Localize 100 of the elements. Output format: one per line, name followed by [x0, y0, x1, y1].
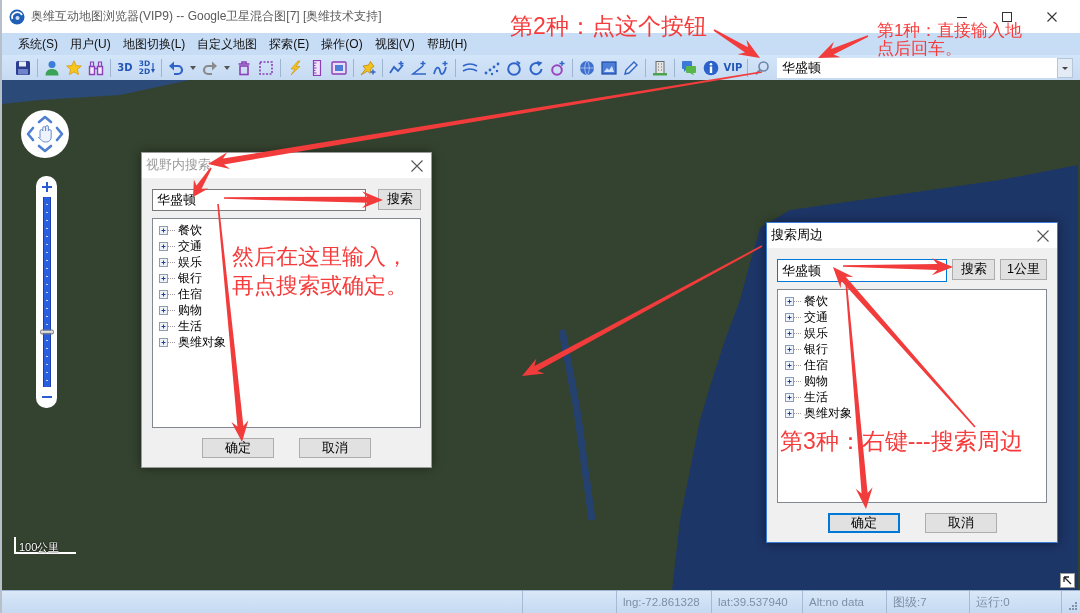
- expand-icon[interactable]: [785, 328, 802, 338]
- tree-item-label[interactable]: 购物: [804, 372, 828, 390]
- expand-icon[interactable]: [785, 296, 802, 306]
- expand-icon[interactable]: [785, 312, 802, 322]
- ring-plus-icon[interactable]: [550, 59, 566, 76]
- tree-item-label[interactable]: 生活: [804, 388, 828, 406]
- zoom-slider-thumb[interactable]: [39, 329, 54, 335]
- chat-bubbles-icon[interactable]: [681, 59, 697, 76]
- angle-plus-icon[interactable]: [411, 59, 427, 76]
- expand-icon[interactable]: [159, 273, 176, 283]
- status-text: Alt:no data: [809, 596, 864, 608]
- status-text: lat:39.537940: [718, 596, 788, 608]
- binoculars-icon[interactable]: [88, 59, 104, 76]
- distance-button[interactable]: 1公里: [1000, 259, 1047, 280]
- dialog-title: 搜索周边: [771, 227, 823, 244]
- annotation-arrow: [713, 29, 760, 58]
- pan-control-icon[interactable]: [21, 110, 69, 158]
- tree-item-label[interactable]: 生活: [178, 317, 202, 335]
- 3d-view-button[interactable]: 3D: [117, 62, 133, 73]
- tree-item-label[interactable]: 奥维对象: [178, 333, 226, 351]
- vip-button[interactable]: VIP: [723, 62, 743, 73]
- person-icon[interactable]: [44, 59, 60, 76]
- monitor-icon[interactable]: [331, 59, 347, 76]
- tree-item-label[interactable]: 娱乐: [178, 253, 202, 271]
- curve-plus-icon[interactable]: [433, 59, 449, 76]
- scale-label: 100公里: [19, 541, 60, 553]
- building-icon[interactable]: [652, 59, 668, 76]
- dialog-title: 视野内搜索: [146, 157, 211, 174]
- cancel-button[interactable]: 取消: [924, 513, 997, 533]
- search-button[interactable]: 搜索: [952, 259, 996, 280]
- app-logo-icon: [9, 8, 25, 25]
- tree-item-label[interactable]: 银行: [804, 340, 828, 358]
- redo-arrow-icon[interactable]: [202, 59, 218, 76]
- close-icon[interactable]: [411, 159, 423, 172]
- window-title: 奥维互动地图浏览器(VIP9) -- Google卫星混合图[7] [奥维技术支持]: [31, 8, 382, 25]
- expand-icon[interactable]: [785, 392, 802, 402]
- expand-icon[interactable]: [785, 376, 802, 386]
- dashed-square-icon[interactable]: [258, 59, 274, 76]
- expand-icon[interactable]: [159, 225, 176, 235]
- annotation-text: 第1种：直接输入地点后回车。: [877, 22, 1024, 57]
- info-icon[interactable]: [703, 59, 719, 76]
- search-field[interactable]: 华盛顿: [777, 57, 1057, 78]
- menu-item[interactable]: 探索(E): [263, 33, 316, 55]
- search-icon[interactable]: [754, 59, 770, 76]
- menu-item[interactable]: 地图切换(L): [116, 33, 192, 55]
- expand-icon[interactable]: [785, 360, 802, 370]
- tree-item-label[interactable]: 住宿: [804, 356, 828, 374]
- menu-item[interactable]: 操作(O): [315, 33, 369, 55]
- tree-item-label[interactable]: 餐饮: [804, 292, 828, 310]
- line-plus-icon[interactable]: [389, 59, 405, 76]
- status-text: 运行:0: [976, 594, 1010, 610]
- arrow-icon[interactable]: [1060, 573, 1075, 588]
- close-icon[interactable]: [1037, 229, 1049, 242]
- pencil-icon[interactable]: [623, 59, 639, 76]
- menu-item[interactable]: 系统(S): [12, 33, 64, 55]
- tree-item-label[interactable]: 购物: [178, 301, 202, 319]
- search-button[interactable]: 搜索: [378, 189, 421, 210]
- expand-icon[interactable]: [159, 241, 176, 251]
- undo-arrow-icon[interactable]: [168, 59, 184, 76]
- menu-item[interactable]: 帮助(H): [420, 33, 474, 55]
- tree-item-label[interactable]: 住宿: [178, 285, 202, 303]
- rotate-arrow-icon[interactable]: [528, 59, 544, 76]
- ok-button[interactable]: 确定: [827, 513, 900, 533]
- expand-icon[interactable]: [159, 257, 176, 267]
- annotation-text: 第3种：右键---搜索周边: [780, 427, 1023, 456]
- tree-item-label[interactable]: 餐饮: [178, 221, 202, 239]
- annotation-arrow: [818, 35, 869, 58]
- expand-icon[interactable]: [159, 321, 176, 331]
- map-picture-icon[interactable]: [601, 59, 617, 76]
- status-text: 图级:7: [893, 594, 927, 610]
- cancel-button[interactable]: 取消: [299, 438, 371, 458]
- expand-icon[interactable]: [159, 289, 176, 299]
- expand-icon[interactable]: [785, 344, 802, 354]
- circle-icon[interactable]: [506, 59, 522, 76]
- annotation-text: 然后在这里输入，再点搜索或确定。: [232, 243, 409, 300]
- caret-icon[interactable]: [190, 65, 196, 70]
- expand-icon[interactable]: [159, 337, 176, 347]
- down-arrow-icon: [151, 62, 156, 73]
- maximize-icon[interactable]: [1001, 11, 1012, 22]
- globe-icon[interactable]: [579, 59, 595, 76]
- menu-item[interactable]: 自定义地图: [191, 33, 264, 55]
- menu-item[interactable]: 用户(U): [64, 33, 117, 55]
- close-icon[interactable]: [1046, 11, 1057, 22]
- star-icon[interactable]: [66, 59, 82, 76]
- expand-icon[interactable]: [159, 305, 176, 315]
- zoom-slider-track[interactable]: [39, 197, 54, 387]
- resize-grip-icon[interactable]: [1068, 601, 1077, 610]
- tree-item-label[interactable]: 娱乐: [804, 324, 828, 342]
- tree-item-label[interactable]: 交通: [178, 237, 202, 255]
- tree-item-label[interactable]: 银行: [178, 269, 202, 287]
- status-text: lng:-72.861328: [623, 596, 700, 608]
- trash-icon[interactable]: [236, 59, 252, 76]
- tree-item-label[interactable]: 交通: [804, 308, 828, 326]
- annotation-text: 第2种：点这个按钮: [510, 12, 707, 41]
- expand-icon[interactable]: [785, 408, 802, 418]
- tree-item-label[interactable]: 奥维对象: [804, 404, 852, 422]
- pin-plus-icon[interactable]: [360, 59, 376, 76]
- menu-item[interactable]: 视图(V): [368, 33, 421, 55]
- zoom-in-icon[interactable]: [41, 182, 52, 192]
- ok-button[interactable]: 确定: [202, 438, 274, 458]
